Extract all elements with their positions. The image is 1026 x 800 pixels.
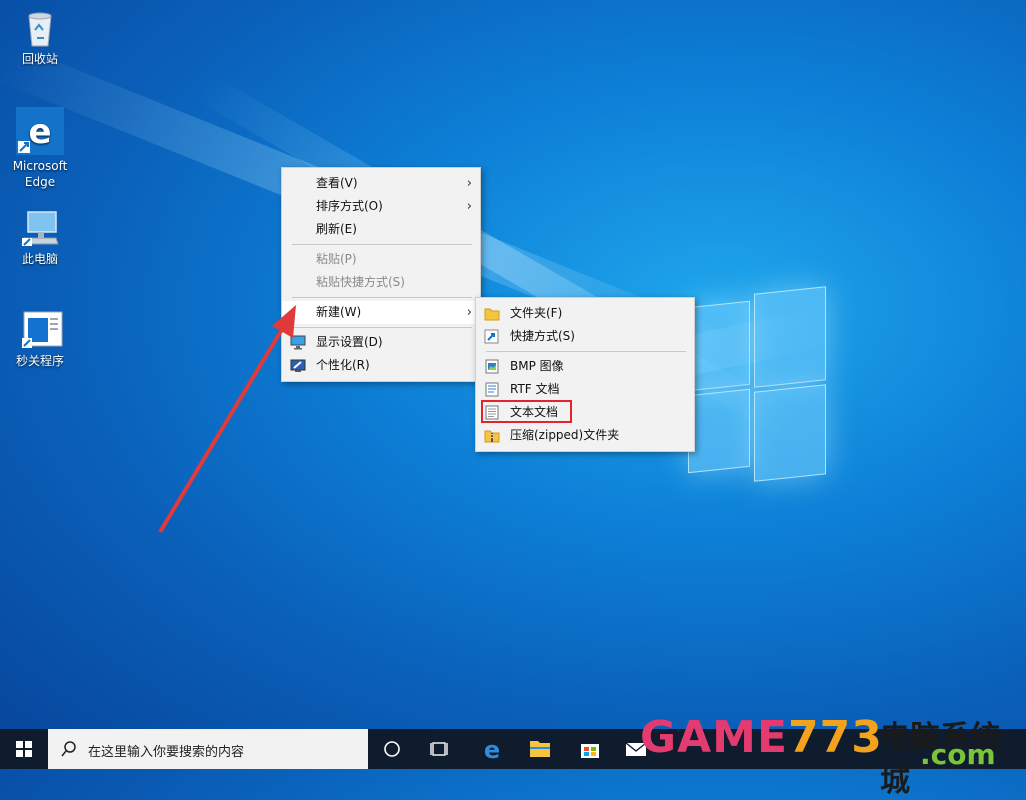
taskbar-store[interactable] <box>566 729 614 769</box>
rtf-document-icon <box>484 382 500 397</box>
submenu-item-label: BMP 图像 <box>510 359 564 373</box>
submenu-item-rtf[interactable]: RTF 文档 <box>476 378 694 401</box>
watermark-logo: GAME773 <box>640 712 883 763</box>
menu-item-view[interactable]: 查看(V) › <box>282 172 480 195</box>
desktop-icon-recycle-bin[interactable]: 回收站 <box>10 8 70 67</box>
desktop-icon-program[interactable]: 秒关程序 <box>10 310 70 369</box>
edge-icon: e <box>16 107 64 155</box>
menu-separator <box>292 327 472 328</box>
desktop-icon-this-pc[interactable]: 此电脑 <box>10 208 70 267</box>
bmp-image-icon <box>484 359 500 374</box>
submenu-item-label: RTF 文档 <box>510 382 560 396</box>
search-icon <box>61 741 76 757</box>
menu-item-paste: 粘贴(P) <box>282 248 480 271</box>
task-view-icon <box>430 742 448 756</box>
menu-item-label: 粘贴快捷方式(S) <box>316 275 405 289</box>
windows-logo-wallpaper <box>688 286 828 482</box>
task-view-button[interactable] <box>416 729 464 769</box>
menu-item-label: 刷新(E) <box>316 222 357 236</box>
desktop-icon-label: Microsoft Edge <box>12 159 68 189</box>
submenu-item-label: 快捷方式(S) <box>510 329 575 343</box>
menu-item-label: 粘贴(P) <box>316 252 357 266</box>
program-shortcut-icon <box>20 310 63 350</box>
watermark-text: 773 <box>788 712 883 763</box>
menu-separator <box>292 244 472 245</box>
menu-item-label: 查看(V) <box>316 176 358 190</box>
svg-text:e: e <box>28 112 51 152</box>
submenu-item-shortcut[interactable]: 快捷方式(S) <box>476 325 694 348</box>
edge-icon: e <box>484 736 500 764</box>
cortana-button[interactable] <box>368 729 416 769</box>
svg-text:e: e <box>484 736 500 764</box>
submenu-item-folder[interactable]: 文件夹(F) <box>476 302 694 325</box>
submenu-item-label: 压缩(zipped)文件夹 <box>510 428 620 442</box>
display-icon <box>290 335 306 350</box>
recycle-bin-icon <box>20 8 60 48</box>
menu-item-display-settings[interactable]: 显示设置(D) <box>282 331 480 354</box>
cortana-icon <box>384 741 400 757</box>
zip-folder-icon <box>484 428 500 443</box>
folder-icon <box>530 741 550 757</box>
highlight-box <box>481 400 572 423</box>
taskbar-edge[interactable]: e <box>468 729 516 769</box>
personalize-icon <box>290 358 306 373</box>
menu-item-new[interactable]: 新建(W) › <box>282 301 480 324</box>
start-button[interactable] <box>0 729 48 769</box>
submenu-item-bmp[interactable]: BMP 图像 <box>476 355 694 378</box>
menu-separator <box>292 297 472 298</box>
desktop-context-menu: 查看(V) › 排序方式(O) › 刷新(E) 粘贴(P) 粘贴快捷方式(S) … <box>281 167 481 382</box>
desktop-icon-label: 此电脑 <box>21 252 58 266</box>
shortcut-icon <box>484 329 500 344</box>
menu-item-sort[interactable]: 排序方式(O) › <box>282 195 480 218</box>
computer-icon <box>20 208 60 248</box>
menu-item-paste-shortcut: 粘贴快捷方式(S) <box>282 271 480 294</box>
submenu-item-zip[interactable]: 压缩(zipped)文件夹 <box>476 424 694 447</box>
menu-item-refresh[interactable]: 刷新(E) <box>282 218 480 241</box>
taskbar-file-explorer[interactable] <box>516 729 564 769</box>
desktop-icon-label: 回收站 <box>21 52 58 66</box>
desktop-icon-label: 秒关程序 <box>15 354 64 368</box>
chevron-right-icon: › <box>466 176 472 191</box>
submenu-item-label: 文件夹(F) <box>510 306 563 320</box>
folder-icon <box>484 306 500 321</box>
menu-item-label: 显示设置(D) <box>316 335 383 349</box>
menu-item-label: 新建(W) <box>316 305 362 319</box>
store-icon <box>581 744 599 758</box>
desktop-icon-edge[interactable]: e Microsoft Edge <box>10 107 70 190</box>
watermark-text: GAME <box>640 712 789 763</box>
chevron-right-icon: › <box>466 305 472 320</box>
menu-separator <box>486 351 686 352</box>
menu-item-label: 个性化(R) <box>316 358 370 372</box>
watermark-text: .com <box>920 738 996 771</box>
chevron-right-icon: › <box>466 199 472 214</box>
menu-item-personalize[interactable]: 个性化(R) <box>282 354 480 377</box>
menu-item-label: 排序方式(O) <box>316 199 383 213</box>
search-placeholder: 在这里输入你要搜索的内容 <box>88 745 245 760</box>
new-submenu: 文件夹(F) 快捷方式(S) BMP 图像 RTF 文档 文本文档 压缩(zip… <box>475 297 695 452</box>
windows-start-icon <box>16 741 32 757</box>
taskbar-search-box[interactable]: 在这里输入你要搜索的内容 <box>48 729 368 769</box>
